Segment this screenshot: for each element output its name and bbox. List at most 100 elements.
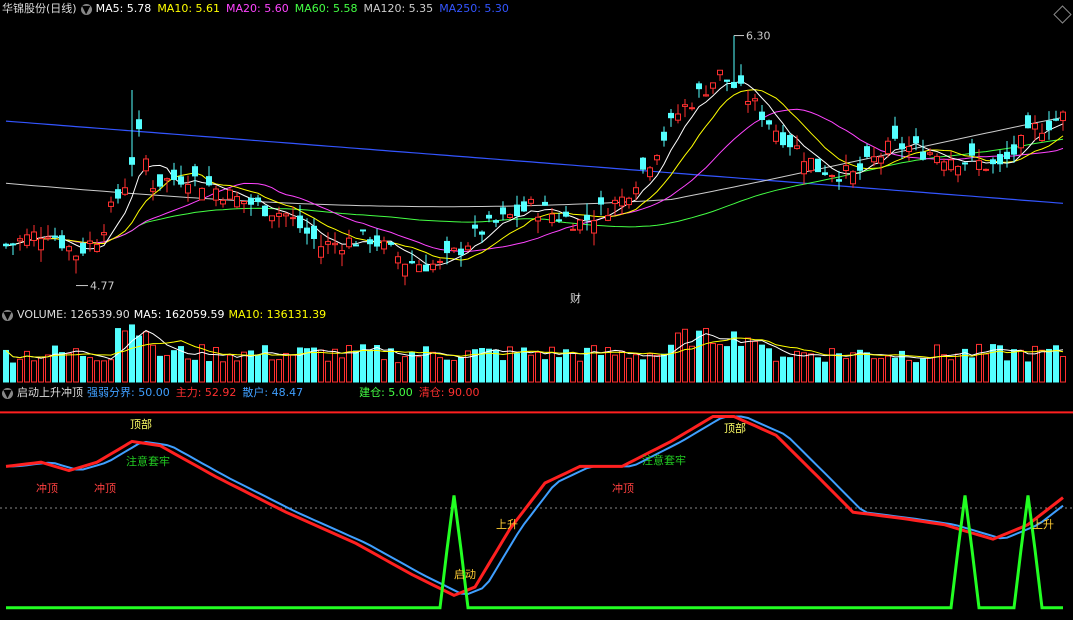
candle-body [598, 197, 604, 205]
ma-legend-item: MA60: 5.58 [294, 2, 358, 15]
candle-body [241, 201, 247, 205]
candle-body [171, 169, 177, 180]
volume-bar [780, 356, 786, 383]
indicator-chart[interactable]: 冲顶 冲顶 冲顶 顶部 顶部注意套牢 注意套牢上升 上升启动 [0, 384, 1073, 620]
indicator-header: ▼ 启动上升冲顶 强弱分界: 50.00 主力: 52.92 散户: 48.47 建仓… [2, 386, 480, 400]
volume-bar [948, 359, 954, 383]
volume-bar [17, 358, 23, 383]
candle-body [927, 152, 933, 155]
volume-bar [31, 360, 37, 383]
volume-bar [766, 348, 772, 383]
candle-body [24, 234, 30, 246]
ma-legend-item: MA250: 5.30 [439, 2, 509, 15]
candle-body [164, 178, 170, 181]
price-panel[interactable]: 6.30 4.77 财 华锦股份(日线) ▼ MA5: 5.78 MA10: 5.61… [0, 0, 1073, 306]
label-dingbu: 顶部 [724, 421, 746, 435]
volume-bar [752, 340, 758, 383]
volume-bar [52, 345, 58, 383]
volume-bar [941, 354, 947, 383]
label-shangsheng: 上升 [1032, 518, 1054, 531]
candle-body [80, 242, 86, 254]
candle-body [1046, 120, 1052, 131]
candle-body [458, 248, 464, 256]
candle-body [108, 201, 114, 207]
candle-body [934, 155, 940, 164]
volume-bar [1011, 349, 1017, 383]
collapse-toggle-icon[interactable]: ▼ [2, 309, 13, 321]
candle-body [640, 157, 646, 170]
candle-body [850, 171, 856, 185]
volume-bar [38, 356, 44, 383]
candle-body [17, 238, 23, 242]
volume-bar [493, 349, 499, 383]
volume-bar [969, 357, 975, 383]
candle-body [73, 255, 79, 261]
candle-body [661, 131, 667, 141]
candle-body [507, 214, 513, 218]
candle-body [696, 83, 702, 90]
candle-body [157, 174, 163, 187]
candle-body [325, 241, 331, 245]
volume-bar [381, 359, 387, 383]
volume-bar [1039, 349, 1045, 383]
candle-body [815, 158, 821, 173]
collapse-toggle-icon[interactable]: ▼ [2, 387, 13, 399]
candle-body [1060, 111, 1066, 122]
volume-bar [10, 362, 16, 383]
volume-bar [437, 357, 443, 383]
indicator-legend-item: 清仓: 90.00 [418, 386, 480, 399]
label-dingbu: 顶部 [130, 417, 152, 431]
candle-body [857, 163, 863, 171]
volume-bar [514, 353, 520, 383]
volume-panel[interactable]: ▼ VOLUME: 126539.90 MA5: 162059.59 MA10:… [0, 306, 1073, 384]
volume-bar [913, 362, 919, 383]
label-zhuyi: 注意套牢 [126, 454, 170, 468]
candle-body [136, 119, 142, 130]
candle-body [647, 167, 653, 178]
volume-bar [577, 360, 583, 383]
volume-bar [661, 353, 667, 383]
candle-body [591, 220, 597, 234]
volume-bar [717, 344, 723, 383]
indicator-panel[interactable]: 冲顶 冲顶 冲顶 顶部 顶部 注意套牢 注意套牢 上升 上升 启动 ▼ 启动上升冲顶 强弱分界: … [0, 384, 1073, 620]
volume-bar [192, 359, 198, 383]
volume-bar [332, 348, 338, 383]
volume-bar [241, 351, 247, 383]
candle-body [248, 197, 254, 205]
volume-bar [563, 349, 569, 383]
volume-bar [647, 353, 653, 383]
volume-bar [101, 360, 107, 383]
candle-body [332, 242, 338, 246]
candlestick-chart[interactable]: 6.30 4.77 财 [0, 0, 1073, 306]
volume-bar [388, 348, 394, 383]
candle-body [206, 176, 212, 186]
candle-body [773, 130, 779, 142]
candle-body [388, 242, 394, 245]
candle-body [185, 183, 191, 194]
candle-body [262, 205, 268, 217]
volume-bar [220, 361, 226, 383]
volume-bar [626, 357, 632, 383]
volume-bar [808, 353, 814, 383]
volume-bar [794, 350, 800, 383]
indicator-legend-item: 主力: 52.92 [175, 386, 237, 399]
volume-bar [199, 344, 205, 383]
candle-body [899, 143, 905, 150]
volume-bar [402, 356, 408, 383]
candle-body [381, 240, 387, 250]
ma5-line [5, 80, 1064, 266]
candle-body [395, 256, 401, 264]
candle-body [633, 187, 639, 195]
candle-body [759, 111, 765, 120]
main-force-line [5, 415, 1064, 598]
candle-body [997, 154, 1003, 165]
candle-body [192, 166, 198, 177]
volume-bar [850, 352, 856, 383]
candle-body [472, 224, 478, 229]
volume-bar [444, 359, 450, 383]
candle-body [374, 235, 380, 247]
collapse-toggle-icon[interactable]: ▼ [80, 3, 92, 15]
candle-body [577, 219, 583, 231]
candle-body [94, 244, 100, 252]
volume-bar [920, 358, 926, 383]
